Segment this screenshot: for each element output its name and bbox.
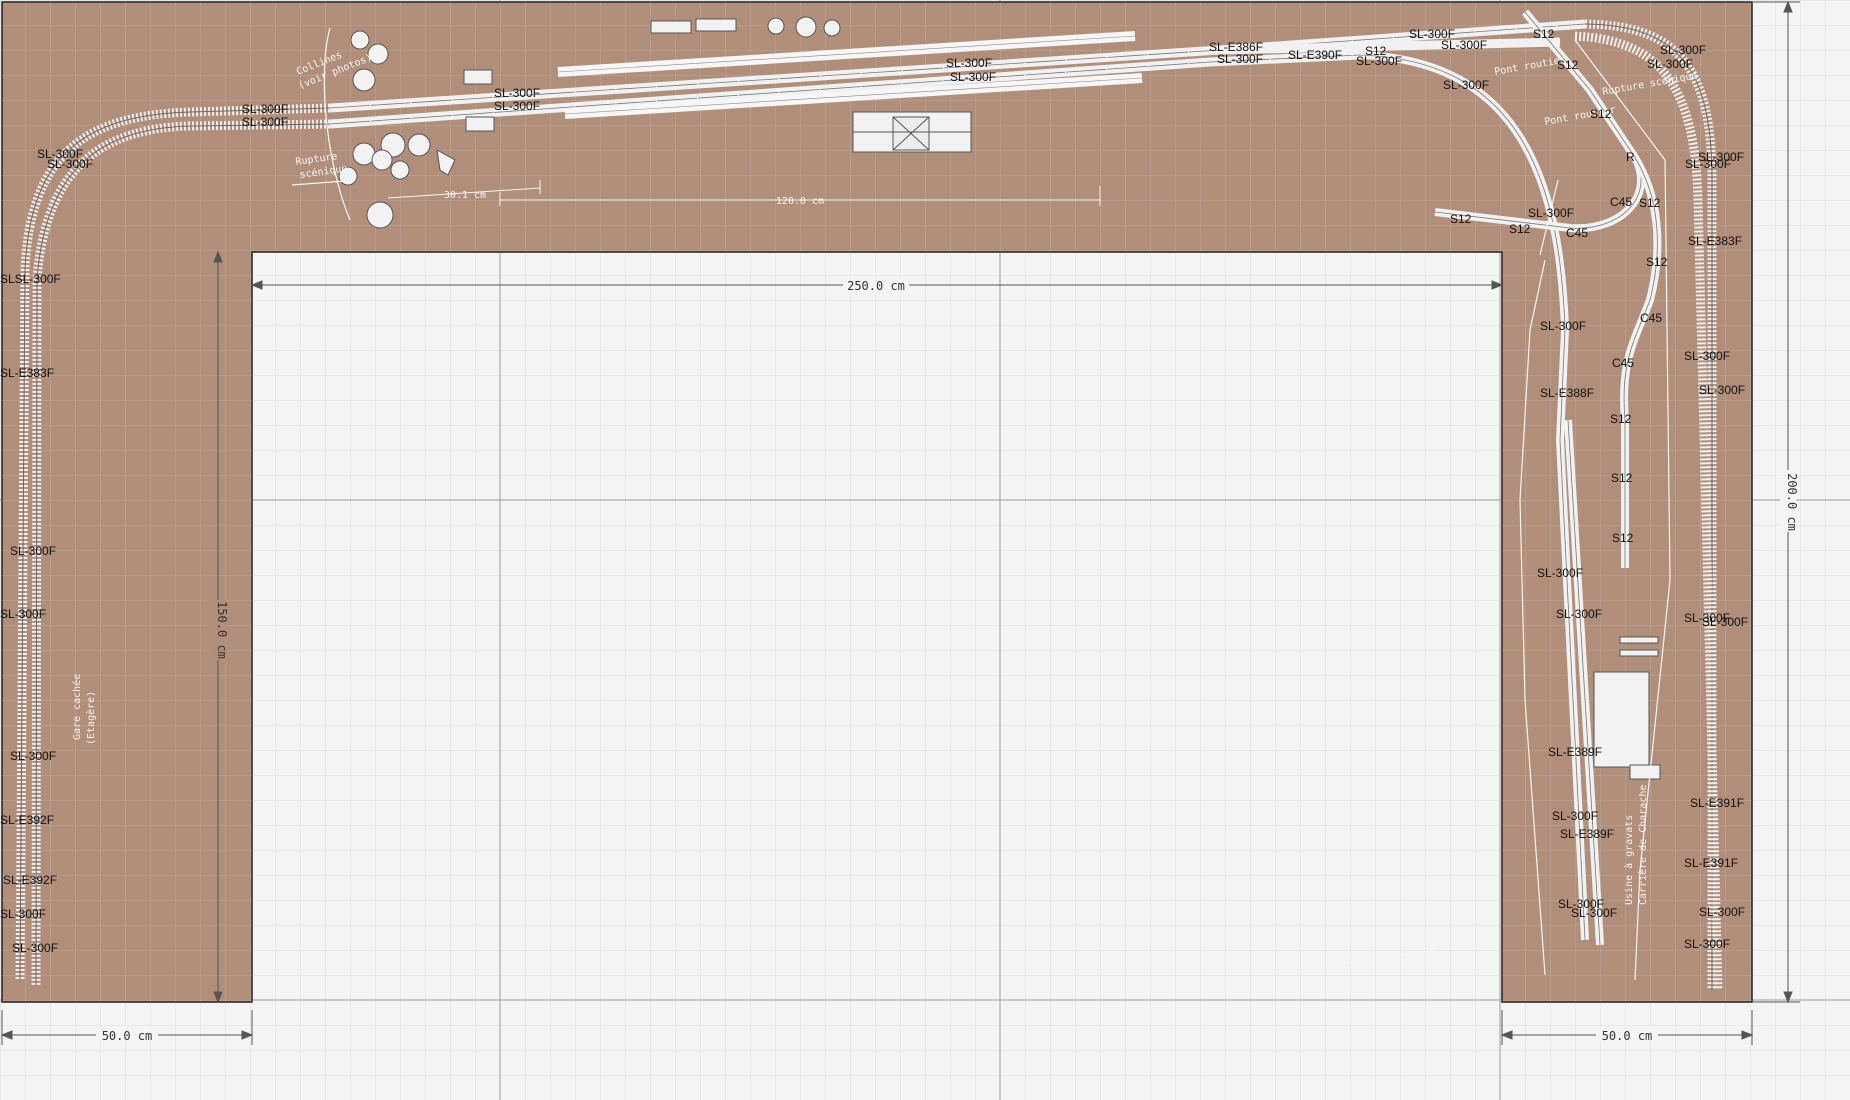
small-hut[interactable] xyxy=(465,116,495,132)
dim-main-width: 250.0 cm xyxy=(847,279,905,293)
label-top-3: SL-300F xyxy=(494,86,540,100)
label-right-6: SL-300F xyxy=(1684,349,1730,363)
dim-station-length: 120.0 cm xyxy=(776,196,824,207)
label-right-11: SL-E391F xyxy=(1684,856,1738,870)
platform-shelter-1[interactable] xyxy=(650,20,692,34)
label-left-3: SLSL-300F xyxy=(0,272,61,286)
label-left-5: SL-300F xyxy=(10,544,56,558)
quarry-annex[interactable] xyxy=(1629,764,1661,780)
label-left-7: SL-300F xyxy=(10,749,56,763)
wagon-1[interactable] xyxy=(1619,636,1659,644)
label-s12-11: S12 xyxy=(1509,222,1531,236)
label-s12-2: S12 xyxy=(1557,58,1579,72)
label-s12-4: R xyxy=(1626,150,1635,164)
quarry-building[interactable] xyxy=(1593,671,1650,768)
label-s12-6: S12 xyxy=(1646,255,1668,269)
label-right-9: SL-300F xyxy=(1702,615,1748,629)
label-mid-1: SL-300F xyxy=(1528,206,1574,220)
label-top-4: SL-300F xyxy=(494,99,540,113)
label-left-2: SL-300F xyxy=(47,157,93,171)
label-mid-5: SL-300F xyxy=(1556,607,1602,621)
dim-lead-length: 30.1 cm xyxy=(444,190,486,201)
label-right-1: SL-300F xyxy=(1660,43,1706,57)
label-mid-10: SL-300F xyxy=(1571,906,1617,920)
label-left-11: SL-300F xyxy=(12,941,58,955)
label-mid-8: SL-E389F xyxy=(1560,827,1614,841)
note-usine-1: Usine à gravats xyxy=(1623,815,1635,905)
label-s12-1: S12 xyxy=(1533,27,1555,41)
label-top-9: SL-E390F xyxy=(1288,48,1342,62)
label-c45-4: C45 xyxy=(1612,356,1634,370)
label-left-4: SL-E383F xyxy=(0,366,54,380)
label-s12-3: S12 xyxy=(1590,107,1612,121)
label-s12-9: S12 xyxy=(1612,531,1634,545)
label-mid-3: SL-E388F xyxy=(1540,386,1594,400)
note-gare-2: (Etagère) xyxy=(85,691,97,745)
note-gare-1: Gare cachée xyxy=(71,674,83,740)
label-s12-12: S12 xyxy=(1365,44,1387,58)
label-right-5: SL-E383F xyxy=(1688,234,1742,248)
label-left-8: SL-E392F xyxy=(0,813,54,827)
label-mid-4: SL-300F xyxy=(1537,566,1583,580)
signal-hut[interactable] xyxy=(463,69,493,85)
dim-left-width: 50.0 cm xyxy=(102,1029,153,1043)
label-mid-6: SL-E389F xyxy=(1548,745,1602,759)
label-top-2: SL-300F xyxy=(242,115,288,129)
label-s12-5: S12 xyxy=(1639,196,1661,210)
trees-top[interactable] xyxy=(767,16,841,38)
label-s12-10: S12 xyxy=(1450,212,1472,226)
label-top-12: SL-300F xyxy=(1441,38,1487,52)
label-top-13: SL-300F xyxy=(1443,78,1489,92)
label-right-12: SL-300F xyxy=(1699,905,1745,919)
label-top-8: SL-300F xyxy=(1217,52,1263,66)
dim-inner-depth: 150.0 cm xyxy=(215,601,229,659)
label-mid-2: SL-300F xyxy=(1540,319,1586,333)
station-building[interactable] xyxy=(852,111,972,153)
label-right-4: SL-300F xyxy=(1685,157,1731,171)
label-top-6: SL-300F xyxy=(950,70,996,84)
label-mid-7: SL-300F xyxy=(1552,809,1598,823)
label-right-2: SL-300F xyxy=(1647,57,1693,71)
label-top-1: SL-300F xyxy=(242,102,288,116)
label-left-9: SL-E392F xyxy=(3,873,57,887)
label-s12-8: S12 xyxy=(1611,471,1633,485)
label-left-10: SL-300F xyxy=(0,907,46,921)
label-s12-7: S12 xyxy=(1610,412,1632,426)
dim-right-width: 50.0 cm xyxy=(1602,1029,1653,1043)
label-right-13: SL-300F xyxy=(1684,937,1730,951)
label-c45-2: C45 xyxy=(1566,226,1588,240)
label-top-5: SL-300F xyxy=(946,56,992,70)
label-c45-1: C45 xyxy=(1610,195,1632,209)
label-right-7: SL-300F xyxy=(1699,383,1745,397)
platform-shelter-2[interactable] xyxy=(695,18,737,32)
note-usine-2: Carrière de Charache xyxy=(1637,785,1649,905)
label-left-6: SL-300F xyxy=(0,607,46,621)
layout-canvas[interactable]: 250.0 cm 150.0 cm 200.0 cm 50.0 cm 50.0 … xyxy=(0,0,1850,1100)
wagon-2[interactable] xyxy=(1619,649,1659,657)
dim-total-depth: 200.0 cm xyxy=(1785,473,1799,531)
label-c45-3: C45 xyxy=(1640,311,1662,325)
label-right-10: SL-E391F xyxy=(1690,796,1744,810)
